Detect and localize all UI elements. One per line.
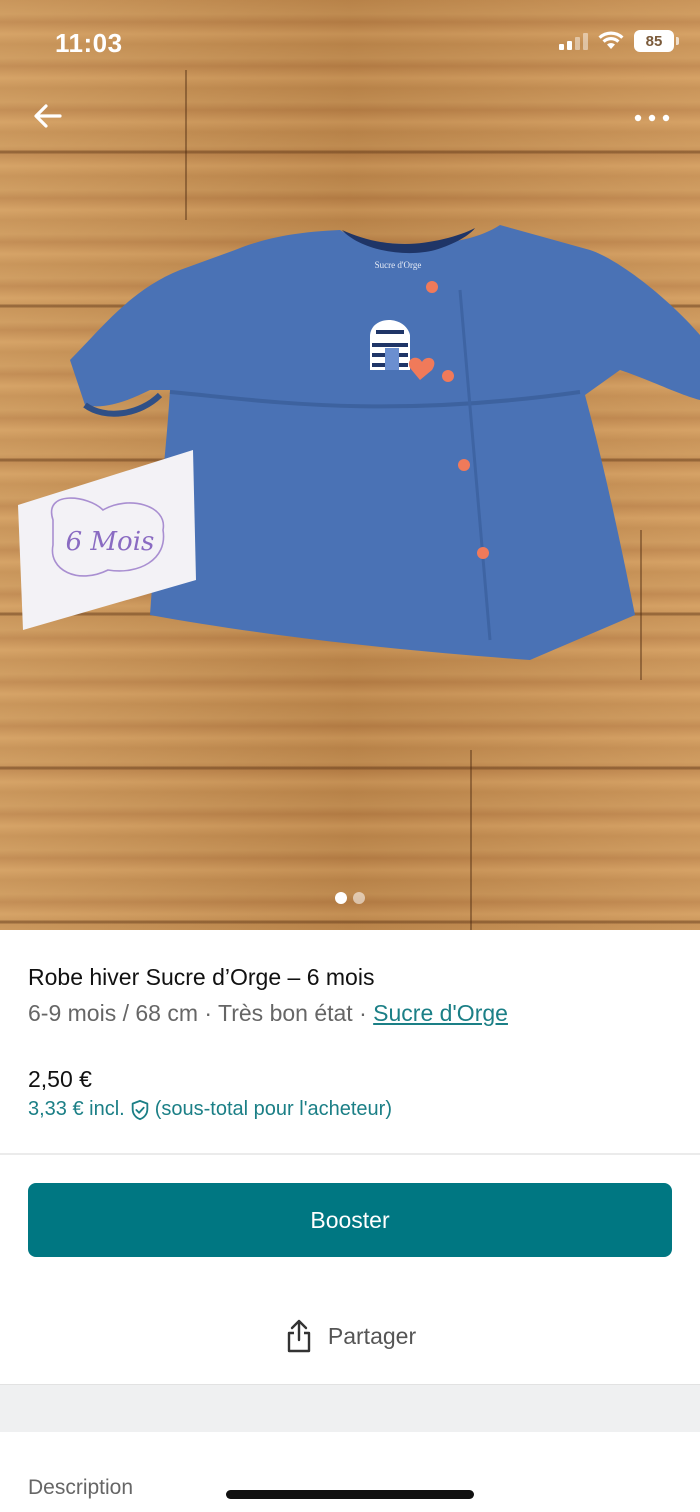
section-divider [0, 1153, 700, 1155]
size-note-text: 6 Mois [66, 527, 155, 557]
item-size: 6-9 mois / 68 cm [28, 1000, 198, 1026]
description-heading: Description [28, 1476, 134, 1499]
pager-dot-active[interactable] [335, 892, 347, 904]
price-incl-note: (sous-total pour l'acheteur) [154, 1098, 392, 1120]
item-title: Robe hiver Sucre d’Orge – 6 mois [28, 964, 375, 990]
wifi-icon [598, 31, 624, 49]
item-meta: 6-9 mois / 68 cm · Très bon état · Sucre… [28, 1000, 508, 1027]
size-note-card: 6 Mois [18, 450, 196, 630]
home-indicator[interactable] [226, 1490, 474, 1499]
more-dots-icon[interactable] [630, 104, 674, 128]
status-time: 11:03 [55, 28, 123, 58]
booster-button[interactable]: Booster [28, 1183, 672, 1257]
price-incl-value: 3,33 € incl. [28, 1098, 125, 1120]
share-label: Partager [327, 1322, 417, 1349]
item-price: 2,50 € [28, 1066, 92, 1092]
battery-icon: 85 [634, 30, 679, 52]
signal-icon [559, 32, 588, 50]
share-button[interactable]: Partager [0, 1310, 700, 1362]
section-spacer [0, 1384, 700, 1432]
item-photo-carousel[interactable]: 11:03 85 Sucre d'Orge 6 Mois [0, 0, 700, 930]
pager-dot[interactable] [353, 892, 365, 904]
brand-link[interactable]: Sucre d'Orge [373, 1000, 508, 1026]
garment-label-text: Sucre d'Orge [375, 260, 422, 270]
plank-seam [185, 70, 187, 220]
buyer-price[interactable]: 3,33 € incl. (sous-total pour l'acheteur… [28, 1098, 392, 1121]
carousel-pager[interactable] [0, 892, 700, 904]
arrow-left-icon[interactable] [30, 98, 66, 134]
shield-check-icon [131, 1099, 148, 1120]
meta-separator: · [198, 1000, 219, 1026]
meta-separator: · [352, 1000, 374, 1026]
item-condition: Très bon état [218, 1000, 353, 1026]
status-icons: 85 [559, 30, 679, 52]
share-icon [287, 1319, 311, 1353]
